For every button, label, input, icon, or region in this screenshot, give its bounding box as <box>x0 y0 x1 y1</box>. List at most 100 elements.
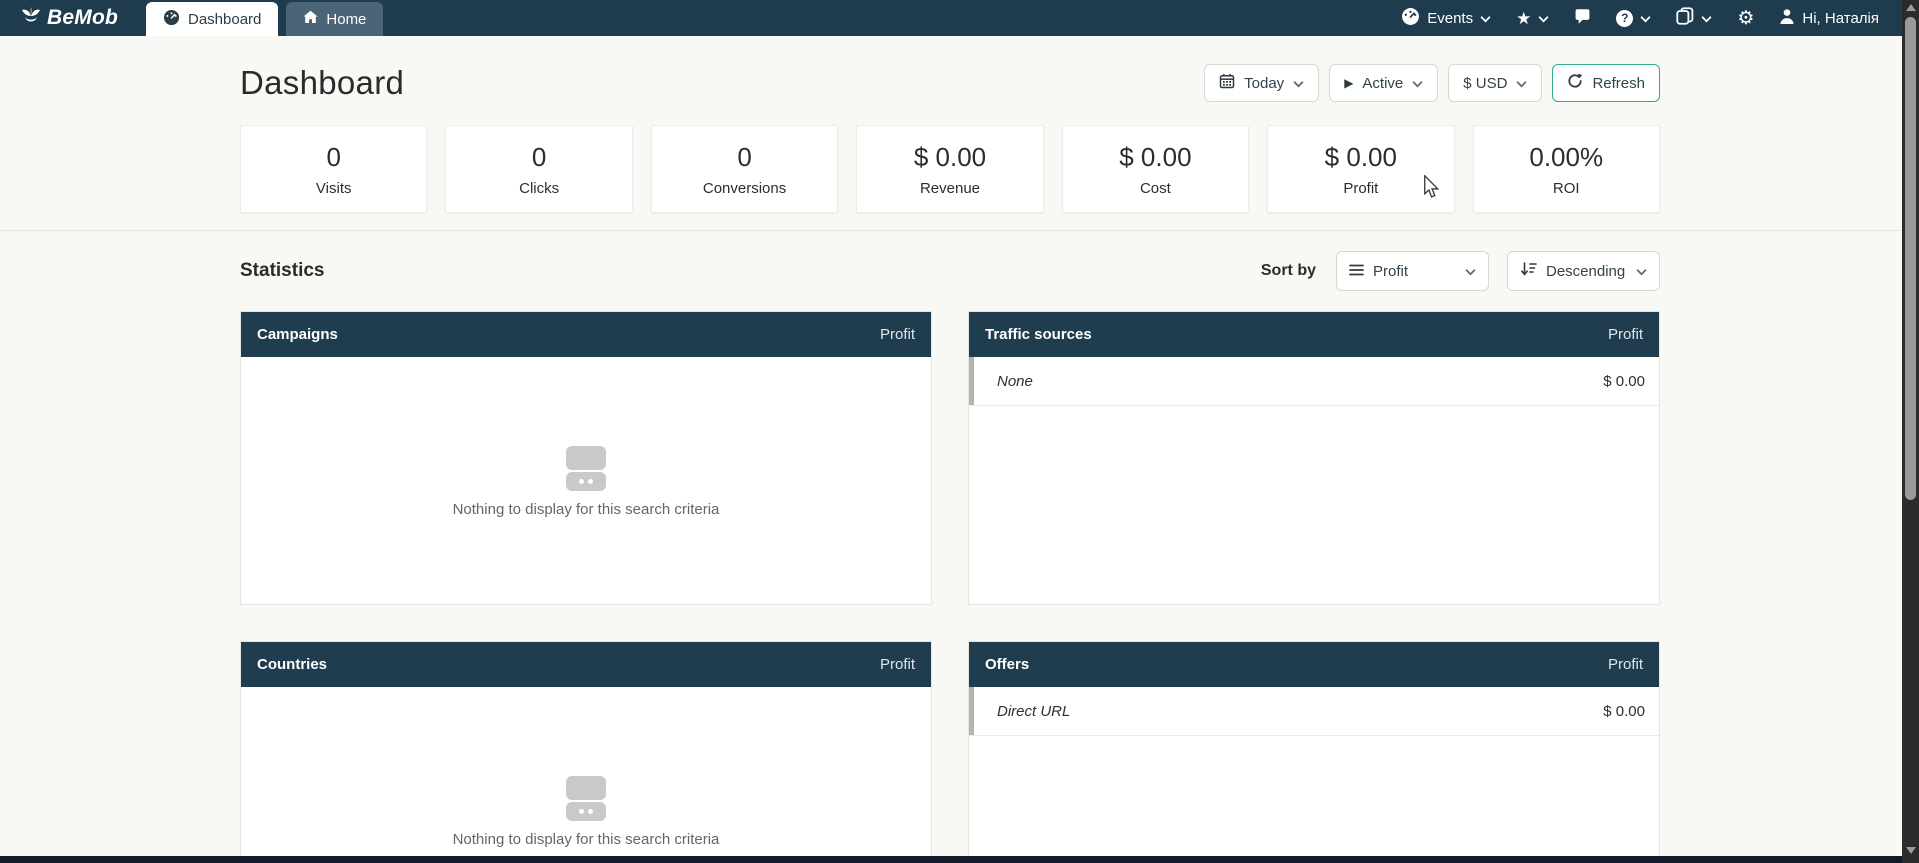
scrollbar-down-arrow[interactable] <box>1906 847 1916 854</box>
brand-name: BeMob <box>47 6 118 30</box>
chat-icon <box>1574 8 1591 29</box>
stack-icon <box>1676 7 1694 29</box>
empty-state: Nothing to display for this search crite… <box>241 357 931 605</box>
sort-field-value: Profit <box>1373 263 1408 280</box>
panel-title: Campaigns <box>257 326 338 343</box>
stat-label: Conversions <box>703 180 786 197</box>
row-value: $ 0.00 <box>1603 373 1645 390</box>
sort-order-value: Descending <box>1546 263 1625 280</box>
panel-body: Nothing to display for this search crite… <box>241 687 931 863</box>
panel-metric-label: Profit <box>880 326 915 343</box>
chevron-down-icon <box>1516 75 1527 92</box>
panel-traffic-sources: Traffic sources Profit None $ 0.00 <box>968 311 1660 605</box>
refresh-label: Refresh <box>1592 75 1645 92</box>
tab-home[interactable]: Home <box>286 2 383 36</box>
chevron-down-icon <box>1636 263 1647 280</box>
events-gauge-icon <box>1401 7 1420 30</box>
panel-title: Traffic sources <box>985 326 1092 343</box>
empty-cards-icon <box>566 776 606 821</box>
stat-label: Revenue <box>920 180 980 197</box>
topbar-actions: Events ★ ? ⚙ Hi, На <box>1401 7 1919 30</box>
events-menu[interactable]: Events <box>1401 7 1491 30</box>
panel-title: Countries <box>257 656 327 673</box>
empty-state-text: Nothing to display for this search crite… <box>453 501 720 518</box>
favorites-menu[interactable]: ★ <box>1516 10 1549 27</box>
panel-offers: Offers Profit Direct URL$ 0.00 <box>968 641 1660 863</box>
sort-controls: Sort by Profit Descending <box>1261 251 1660 291</box>
panel-metric-label: Profit <box>1608 326 1643 343</box>
user-menu[interactable]: Hi, Наталія <box>1779 8 1879 29</box>
panel-campaigns: Campaigns Profit Nothing to display for … <box>240 311 932 605</box>
chevron-down-icon <box>1640 10 1651 27</box>
play-icon: ▶ <box>1344 77 1353 89</box>
stat-value: 0.00% <box>1529 142 1603 173</box>
date-range-label: Today <box>1244 75 1284 92</box>
settings-button[interactable]: ⚙ <box>1737 9 1754 28</box>
panel-header: Offers Profit <box>969 642 1659 687</box>
stat-label: Clicks <box>519 180 559 197</box>
scrollbar-thumb[interactable] <box>1905 17 1916 500</box>
date-range-button[interactable]: Today <box>1204 64 1319 102</box>
refresh-icon <box>1567 73 1583 93</box>
chevron-down-icon <box>1480 10 1491 27</box>
statistics-heading: Statistics <box>240 260 324 282</box>
section-divider <box>0 230 1902 231</box>
stat-card-conversions: 0 Conversions <box>651 125 838 213</box>
tab-dashboard[interactable]: Dashboard <box>146 2 278 36</box>
stat-card-clicks: 0 Clicks <box>445 125 632 213</box>
status-filter-button[interactable]: ▶ Active <box>1329 64 1438 102</box>
chevron-down-icon <box>1538 10 1549 27</box>
currency-label: $ USD <box>1463 75 1507 92</box>
chevron-down-icon <box>1412 75 1423 92</box>
stat-value: $ 0.00 <box>1325 142 1397 173</box>
stat-value: 0 <box>532 142 546 173</box>
stats-cards: 0 Visits 0 Clicks 0 Conversions $ 0.00 R… <box>240 125 1660 213</box>
empty-cards-icon <box>566 446 606 491</box>
list-item[interactable]: None $ 0.00 <box>969 357 1659 406</box>
empty-state-text: Nothing to display for this search crite… <box>453 831 720 848</box>
bemob-logo-icon <box>20 6 42 31</box>
sort-order-select[interactable]: Descending <box>1507 251 1660 291</box>
panel-header: Traffic sources Profit <box>969 312 1659 357</box>
bottom-edge-strip <box>0 856 1902 863</box>
vertical-scrollbar[interactable] <box>1902 0 1919 863</box>
workspace-menu[interactable] <box>1676 7 1712 29</box>
stat-label: Cost <box>1140 180 1171 197</box>
question-circle-icon: ? <box>1616 10 1633 27</box>
stat-label: Visits <box>316 180 352 197</box>
empty-state: Nothing to display for this search crite… <box>241 687 931 863</box>
list-item[interactable]: Direct URL$ 0.00 <box>969 687 1659 736</box>
header-toolbar: Today ▶ Active $ USD Refresh <box>1204 64 1660 102</box>
topbar: BeMob Dashboard Home Events ★ <box>0 0 1919 36</box>
status-filter-label: Active <box>1362 75 1403 92</box>
scrollbar-up-arrow[interactable] <box>1906 4 1916 11</box>
stat-value: 0 <box>737 142 751 173</box>
tab-bar: Dashboard Home <box>146 2 383 36</box>
panel-countries: Countries Profit Nothing to display for … <box>240 641 932 863</box>
star-icon: ★ <box>1516 10 1531 27</box>
help-menu[interactable]: ? <box>1616 10 1651 27</box>
user-greeting: Hi, Наталія <box>1802 10 1879 27</box>
calendar-icon <box>1219 73 1235 93</box>
refresh-button[interactable]: Refresh <box>1552 64 1660 102</box>
sort-field-select[interactable]: Profit <box>1336 251 1489 291</box>
panel-metric-label: Profit <box>880 656 915 673</box>
stat-value: $ 0.00 <box>1119 142 1191 173</box>
sort-by-label: Sort by <box>1261 262 1316 280</box>
tab-label: Home <box>326 11 366 28</box>
stat-card-profit: $ 0.00 Profit <box>1267 125 1454 213</box>
bars-icon <box>1349 263 1364 280</box>
chevron-down-icon <box>1701 10 1712 27</box>
home-icon <box>303 10 318 28</box>
panel-header: Countries Profit <box>241 642 931 687</box>
statistics-panels: Campaigns Profit Nothing to display for … <box>240 311 1660 863</box>
stat-card-cost: $ 0.00 Cost <box>1062 125 1249 213</box>
gauge-icon <box>163 9 180 30</box>
stat-card-roi: 0.00% ROI <box>1473 125 1660 213</box>
feedback-button[interactable] <box>1574 8 1591 29</box>
bemob-logo[interactable]: BeMob <box>20 6 118 31</box>
stat-card-revenue: $ 0.00 Revenue <box>856 125 1043 213</box>
row-name: None <box>997 373 1033 390</box>
panel-metric-label: Profit <box>1608 656 1643 673</box>
currency-button[interactable]: $ USD <box>1448 64 1542 102</box>
